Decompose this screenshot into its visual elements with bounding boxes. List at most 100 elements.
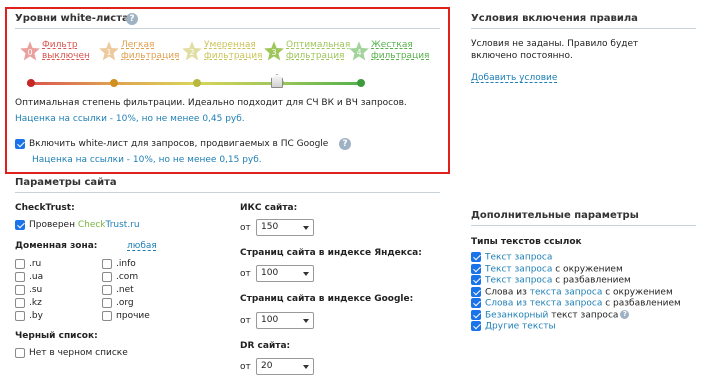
level-star-icon[interactable]: 3 [262,39,286,63]
level-label[interactable]: Фильтр выключен [42,40,90,62]
iks-select[interactable]: 150 [256,219,314,236]
conditions-text: Условия не заданы. Правило будет [471,39,639,49]
domain-zone-checkbox[interactable] [15,284,25,295]
domain-zone-option[interactable]: .kz [15,297,42,309]
google-price-note: Наценка на ссылки - 10%, но не менее 0,1… [32,155,262,165]
add-condition-link[interactable]: Добавить условие [471,72,557,84]
slider-stop[interactable] [193,79,201,87]
chevron-down-icon [303,365,309,369]
domain-zone-checkbox[interactable] [102,284,112,295]
level-star-icon[interactable]: 2 [180,39,204,63]
checktrust-checkbox[interactable] [15,219,25,230]
domain-zone-option[interactable]: .net [102,284,134,296]
blacklist-label: Нет в черном списке [29,348,128,358]
link-type-post: с разбавлением [602,298,681,309]
domain-zone-option[interactable]: .su [15,284,42,296]
domain-zone-checkbox[interactable] [102,310,112,321]
link-type-link[interactable]: текста запроса [530,287,603,297]
checktrust-option[interactable]: Проверен CheckTrust.ru [15,219,140,231]
domain-zone-option[interactable]: прочие [102,310,150,322]
domain-zone-checkbox[interactable] [15,310,25,321]
link-type-option[interactable]: Текст запроса [471,252,552,264]
link-type-link[interactable]: Безанкорный [485,310,548,320]
link-type-link[interactable]: Другие тексты [485,322,556,332]
level-number: 3 [271,48,276,57]
domain-zone-title: Доменная зона: [15,241,98,251]
link-type-option[interactable]: Безанкорный текст запроса? [471,309,630,322]
domain-zone-option[interactable]: .by [15,310,43,322]
link-type-link[interactable]: Текст запроса [485,253,552,263]
dr-select[interactable]: 20 [256,358,314,375]
link-type-option[interactable]: Слова из текста запроса с окружением [471,286,673,299]
google-whitelist-checkbox[interactable] [15,138,25,149]
divider [15,28,440,29]
link-type-option[interactable]: Текст запроса с разбавлением [471,275,631,287]
domain-zone-checkbox[interactable] [15,258,25,269]
slider-stop[interactable] [110,79,118,87]
link-type-checkbox[interactable] [471,275,481,285]
google-prefix: от [240,316,251,326]
link-type-option[interactable]: Текст запроса с окружением [471,263,623,276]
yandex-prefix: от [240,269,251,279]
domain-zone-option[interactable]: .org [102,297,134,309]
level-label[interactable]: Умеренная фильтрация [204,40,262,62]
help-icon[interactable]: ? [620,310,630,319]
level-number: 1 [106,48,111,57]
link-type-option[interactable]: Другие тексты [471,321,556,333]
level-number: 0 [27,48,32,57]
blacklist-option[interactable]: Нет в черном списке [15,347,128,359]
level-label[interactable]: Оптимальная фильтрация [286,40,350,62]
chevron-down-icon [303,272,309,276]
link-type-post: текст запроса [548,310,619,320]
domain-zone-option[interactable]: .info [102,258,136,270]
conditions-text: включено постоянно. [471,51,573,61]
level-slider[interactable] [27,79,365,87]
domain-zone-any-link[interactable]: любая [127,240,157,252]
domain-zone-checkbox[interactable] [102,297,112,308]
checktrust-logo: CheckTrust.ru [77,220,140,230]
slider-stop[interactable] [27,79,35,87]
link-type-link[interactable]: Текст запроса [485,264,552,274]
link-type-checkbox[interactable] [471,309,481,320]
level-star-icon[interactable]: 0 [18,39,42,63]
link-type-checkbox[interactable] [471,286,481,297]
conditions-title: Условия включения правила [471,13,638,24]
domain-zone-option[interactable]: .ru [15,258,41,270]
link-type-checkbox[interactable] [471,298,481,308]
slider-stop[interactable] [357,79,365,87]
domain-zone-label: .by [29,311,43,321]
chevron-down-icon [303,226,309,230]
google-whitelist-option[interactable]: Включить white-лист для запросов, продви… [15,138,328,150]
level-label[interactable]: Жесткая фильтрация [371,40,429,62]
divider [471,28,696,29]
google-select[interactable]: 100 [256,312,314,329]
level-label[interactable]: Легкая фильтрация [121,40,179,62]
help-icon[interactable]: ? [339,138,351,150]
level-star-icon[interactable]: 4 [347,39,371,63]
yandex-select[interactable]: 100 [256,265,314,282]
link-type-link[interactable]: Слова из текста запроса [485,299,602,309]
link-type-checkbox[interactable] [471,321,481,331]
domain-zone-checkbox[interactable] [102,271,112,282]
iks-select-value: 150 [261,222,279,232]
divider [471,225,696,226]
help-icon[interactable]: ? [126,13,138,25]
domain-zone-label: .org [116,298,134,308]
level-star-icon[interactable]: 1 [97,39,121,63]
link-type-checkbox[interactable] [471,263,481,274]
domain-zone-option[interactable]: .com [102,271,138,283]
domain-zone-label: .su [29,285,43,295]
domain-zone-checkbox[interactable] [102,258,112,269]
level-number: 2 [189,48,194,57]
iks-title: ИКС сайта: [240,203,298,213]
domain-zone-checkbox[interactable] [15,297,25,308]
link-type-checkbox[interactable] [471,252,481,262]
link-type-link[interactable]: Текст запроса [485,276,552,286]
price-note: Наценка на ссылки - 10%, но не менее 0,4… [15,114,245,124]
domain-zone-option[interactable]: .ua [15,271,43,283]
blacklist-checkbox[interactable] [15,347,25,358]
link-type-option[interactable]: Слова из текста запроса с разбавлением [471,298,681,310]
google-title: Страниц сайта в индексе Google: [240,294,414,304]
domain-zone-checkbox[interactable] [15,271,25,282]
dr-select-value: 20 [261,361,273,371]
